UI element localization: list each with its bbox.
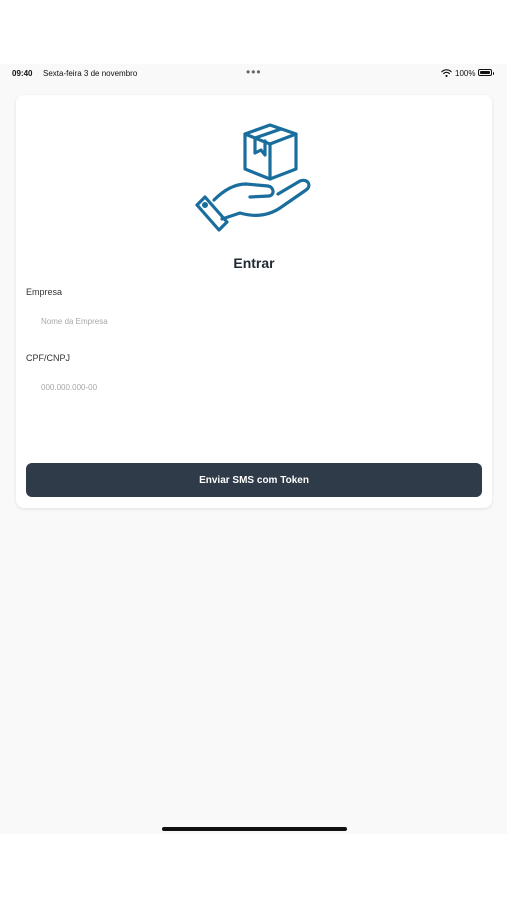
- multitasking-dots-icon[interactable]: •••: [246, 65, 262, 79]
- battery-icon: [478, 69, 494, 76]
- battery-percentage: 100%: [455, 69, 476, 78]
- document-label: CPF/CNPJ: [26, 353, 71, 363]
- home-indicator[interactable]: [162, 827, 347, 831]
- send-sms-token-button[interactable]: Enviar SMS com Token: [26, 463, 482, 497]
- login-card: Entrar Empresa CPF/CNPJ Enviar SMS com T…: [16, 95, 492, 508]
- company-label: Empresa: [26, 287, 63, 297]
- company-input[interactable]: [26, 308, 480, 334]
- battery-level: [480, 71, 490, 74]
- status-date: Sexta-feira 3 de novembro: [43, 69, 138, 78]
- status-time: 09:40: [12, 69, 33, 78]
- hand-holding-box-icon: [195, 123, 311, 232]
- document-input[interactable]: [26, 374, 480, 400]
- status-bar: 09:40 Sexta-feira 3 de novembro ••• 100%: [0, 64, 507, 84]
- wifi-icon: [441, 69, 452, 78]
- page-title: Entrar: [233, 255, 275, 271]
- app-screen: 09:40 Sexta-feira 3 de novembro ••• 100%: [0, 64, 507, 834]
